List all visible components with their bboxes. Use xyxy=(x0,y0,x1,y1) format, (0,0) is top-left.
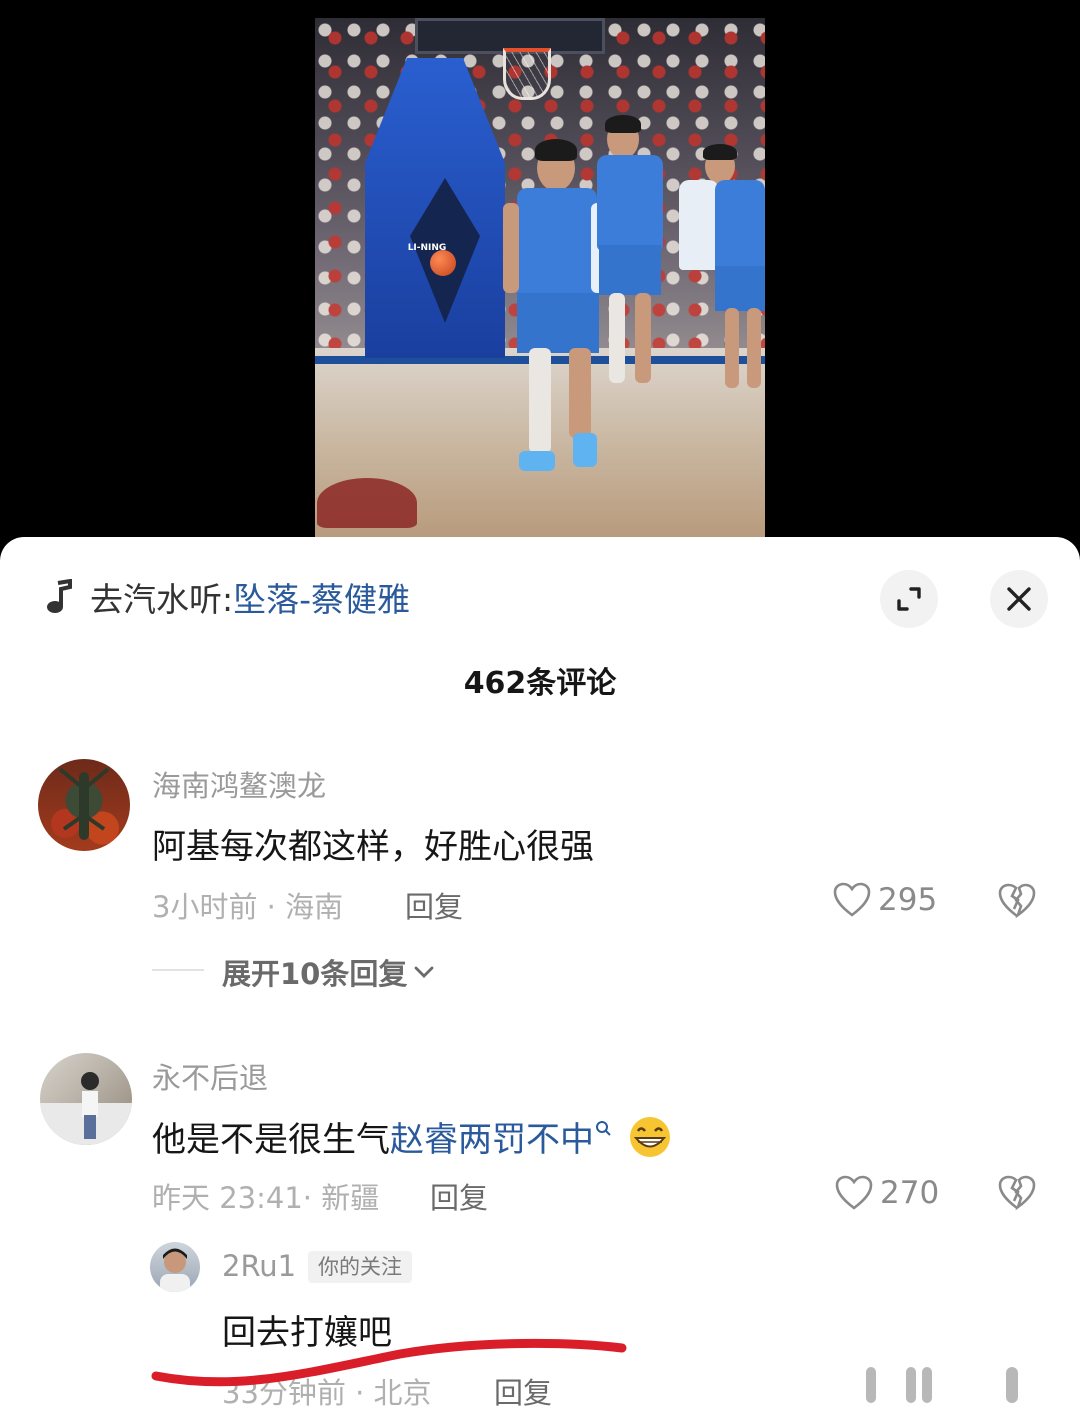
broken-heart-icon[interactable] xyxy=(997,882,1037,920)
music-note-icon xyxy=(47,579,72,613)
like-button[interactable]: 270 xyxy=(834,1174,939,1212)
video-frame[interactable]: LI-NING xyxy=(315,18,765,540)
reply-button[interactable]: 回复 xyxy=(430,1175,488,1217)
expand-button[interactable] xyxy=(880,570,938,628)
person-photo-icon xyxy=(40,1072,132,1145)
court-logo xyxy=(317,478,417,528)
close-icon xyxy=(1007,587,1031,611)
like-count: 270 xyxy=(880,1175,940,1211)
basketball xyxy=(430,250,456,276)
player-second xyxy=(585,113,675,403)
expand-icon xyxy=(897,587,921,611)
music-prefix: 去汽水听: xyxy=(90,580,234,619)
lobster-icon xyxy=(58,767,110,840)
reply-button[interactable]: 回复 xyxy=(405,884,463,926)
like-count: 295 xyxy=(878,882,938,918)
comment-username[interactable]: 海南鸿鳌澳龙 xyxy=(152,763,326,805)
comment-text: 阿基每次都这样，好胜心很强 xyxy=(152,827,594,867)
heart-icon xyxy=(833,882,871,917)
comment-panel: 去汽水听: 坠落-蔡健雅 462条评论 海南鸿鳌澳龙 阿基每次都这样，好胜心很强… xyxy=(0,537,1080,1414)
comment-username[interactable]: 永不后退 xyxy=(152,1055,268,1097)
comment-count: 462条评论 xyxy=(463,666,617,701)
person-photo-icon xyxy=(160,1248,190,1292)
cropped-action-icons xyxy=(866,1367,1018,1403)
grin-emoji-icon xyxy=(626,1115,674,1159)
avatar[interactable] xyxy=(38,759,130,851)
expand-divider xyxy=(152,969,204,971)
search-link-text[interactable]: 赵睿两罚不中 xyxy=(390,1112,594,1161)
red-underline-annotation xyxy=(151,1338,627,1387)
heart-icon xyxy=(835,1175,873,1210)
following-badge: 你的关注 xyxy=(308,1251,412,1283)
like-button[interactable]: 295 xyxy=(832,881,937,919)
reply-username[interactable]: 2Ru1 xyxy=(222,1249,296,1283)
chevron-down-icon xyxy=(414,966,434,978)
basketball-hoop xyxy=(503,48,551,100)
comment-text-plain: 他是不是很生气 xyxy=(152,1120,390,1160)
expand-replies-button[interactable]: 展开10条回复 xyxy=(222,951,435,993)
comment-meta: 昨天 23:41· 新疆 xyxy=(152,1181,380,1215)
comment-meta: 3小时前 · 海南 xyxy=(152,890,344,924)
video-area[interactable]: LI-NING xyxy=(0,0,1080,545)
close-button[interactable] xyxy=(990,570,1048,628)
comment-text: 他是不是很生气 赵睿两罚不中 xyxy=(152,1112,674,1161)
broken-heart-icon[interactable] xyxy=(997,1174,1037,1212)
music-link[interactable]: 去汽水听: 坠落-蔡健雅 xyxy=(44,577,410,619)
avatar[interactable] xyxy=(40,1053,132,1145)
avatar[interactable] xyxy=(150,1242,200,1292)
player-third xyxy=(675,144,765,408)
music-song-title[interactable]: 坠落-蔡健雅 xyxy=(233,573,410,621)
expand-replies-label: 展开10条回复 xyxy=(222,957,408,991)
search-icon[interactable] xyxy=(594,1119,612,1141)
